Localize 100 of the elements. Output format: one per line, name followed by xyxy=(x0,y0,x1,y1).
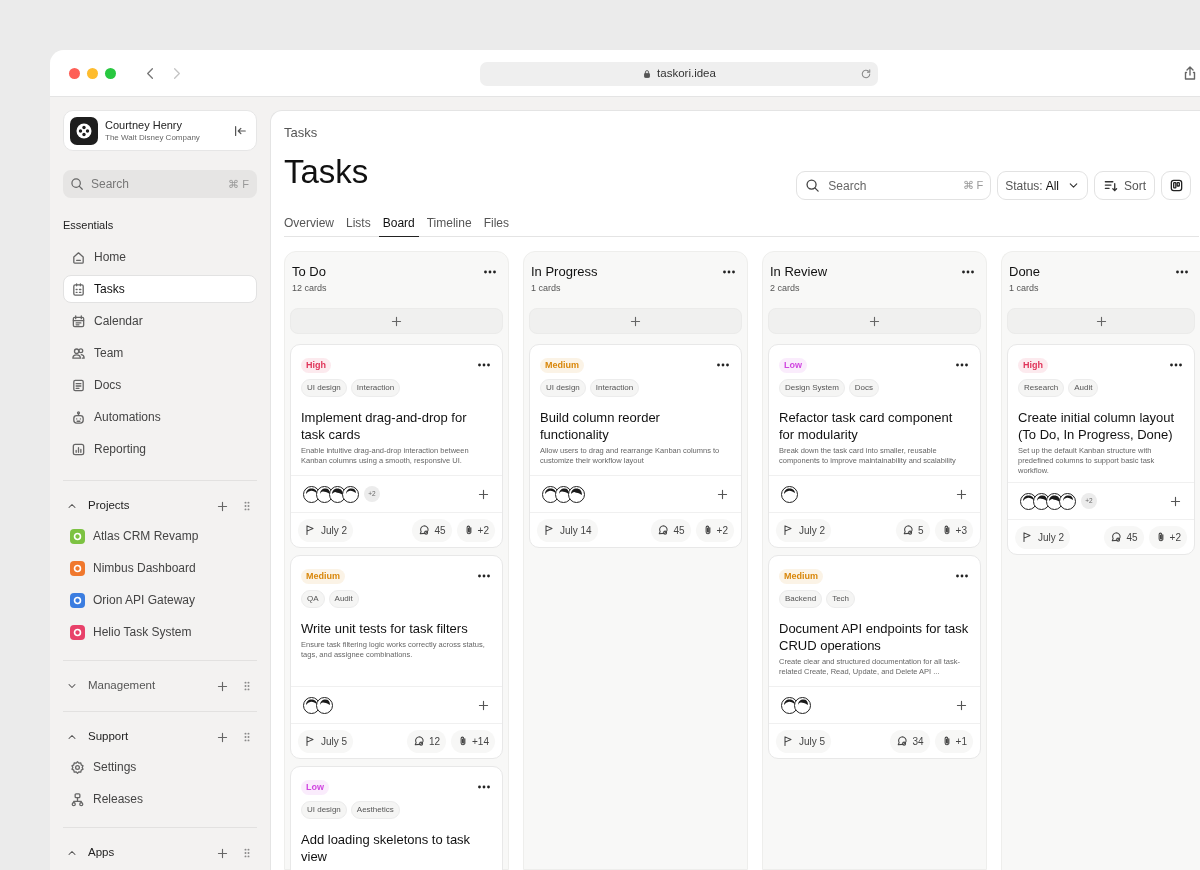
board-icon xyxy=(1168,178,1184,193)
tag: Aesthetics xyxy=(350,801,400,819)
card-title: Refactor task card component for modularity xyxy=(779,409,954,443)
flag-icon xyxy=(1021,531,1033,543)
add-assignee-icon[interactable] xyxy=(955,487,968,501)
plus-icon xyxy=(868,314,881,328)
comment-count-text: 5 xyxy=(918,523,924,538)
share-icon[interactable] xyxy=(1182,65,1198,81)
nav-item[interactable]: Atlas CRM Revamp xyxy=(63,522,257,550)
add-icon[interactable] xyxy=(216,499,229,513)
lock-icon xyxy=(642,69,653,79)
nav-label: Reporting xyxy=(94,441,147,458)
priority-badge: Low xyxy=(779,357,807,373)
comment-icon xyxy=(1110,531,1123,543)
avatar-icon xyxy=(794,696,811,714)
section-heading: Apps xyxy=(88,845,116,861)
add-assignee-icon[interactable] xyxy=(1169,494,1182,508)
add-assignee-icon[interactable] xyxy=(716,487,729,501)
comment-icon xyxy=(412,735,425,747)
card-count: 2 cards xyxy=(770,282,801,295)
nav-item[interactable]: Calendar xyxy=(63,307,257,335)
nav-label: Helio Task System xyxy=(93,624,192,641)
priority-badge: Medium xyxy=(779,568,823,584)
card-title: Document API endpoints for task CRUD operations xyxy=(779,620,970,654)
tab[interactable]: Overview xyxy=(284,209,338,237)
nav-item[interactable]: Home xyxy=(63,243,257,271)
priority-badge: Medium xyxy=(540,357,584,373)
attachment-count-text: +3 xyxy=(955,523,967,538)
attachment-count-text: +2 xyxy=(477,523,489,538)
home-icon xyxy=(71,249,86,265)
nav-item[interactable]: Docs xyxy=(63,371,257,399)
priority-badge: Medium xyxy=(301,568,345,584)
nav-label: Docs xyxy=(94,377,122,394)
sort-button[interactable]: Sort xyxy=(1094,171,1155,200)
gear-icon xyxy=(70,759,85,775)
nav-label: Team xyxy=(94,345,124,362)
attachment-count-text: +1 xyxy=(955,734,967,749)
section-heading: Essentials xyxy=(63,218,115,232)
section-heading: Projects xyxy=(88,498,131,514)
nav-item[interactable]: Settings xyxy=(63,753,257,781)
sort-icon xyxy=(1103,178,1118,193)
bar-chart-icon xyxy=(71,441,86,457)
reload-icon[interactable] xyxy=(860,68,872,80)
avatar-icon xyxy=(1059,492,1076,510)
column-title: To Do xyxy=(292,264,327,280)
nav-item[interactable]: Reporting xyxy=(63,435,257,463)
nav-item[interactable]: Team xyxy=(63,339,257,367)
drag-handle-icon[interactable] xyxy=(241,731,253,743)
plus-icon xyxy=(629,314,642,328)
tag: Interaction xyxy=(589,379,640,397)
avatar-icon xyxy=(316,696,333,714)
tab[interactable]: Board xyxy=(378,209,419,237)
drag-handle-icon[interactable] xyxy=(241,847,253,859)
nav-label: Releases xyxy=(93,791,144,808)
nav-item[interactable]: Orion API Gateway xyxy=(63,586,257,614)
add-assignee-icon[interactable] xyxy=(477,698,490,712)
collapse-sidebar-icon[interactable] xyxy=(233,123,247,138)
avatar-icon xyxy=(568,485,585,503)
priority-badge: Low xyxy=(301,779,329,795)
due-date-text: July 14 xyxy=(560,523,592,538)
nav-item[interactable]: Nimbus Dashboard xyxy=(63,554,257,582)
filter-value: All xyxy=(1045,177,1059,195)
nav-item[interactable]: Helio Task System xyxy=(63,618,257,646)
task-card[interactable]: Low UI design Aesthetics Add loading skeletons to task view xyxy=(290,766,503,870)
avatar-icon xyxy=(781,485,798,503)
card-title: Build column reorder functionality xyxy=(540,409,661,443)
nav-label: Tasks xyxy=(94,281,125,298)
nav-label: Settings xyxy=(93,759,137,776)
window-control-icon[interactable] xyxy=(69,67,80,79)
address-bar[interactable]: taskori.idea xyxy=(480,62,878,86)
tag: Interaction xyxy=(350,379,401,397)
column-title: In Review xyxy=(770,264,829,280)
tab[interactable]: Files xyxy=(479,209,513,237)
drag-handle-icon[interactable] xyxy=(241,680,253,692)
add-icon[interactable] xyxy=(216,846,229,860)
robot-icon xyxy=(71,409,86,425)
nav-item[interactable]: Releases xyxy=(63,785,257,813)
add-icon[interactable] xyxy=(216,679,229,693)
due-date-text: July 5 xyxy=(321,734,348,749)
url-text: taskori.idea xyxy=(657,66,716,82)
add-assignee-icon[interactable] xyxy=(955,698,968,712)
nav-label: Calendar xyxy=(94,313,143,330)
flag-icon xyxy=(304,735,316,747)
add-icon[interactable] xyxy=(216,730,229,744)
drag-handle-icon[interactable] xyxy=(241,500,253,512)
account-switcher[interactable]: Courtney Henry The Walt Disney Company xyxy=(63,110,257,151)
shortcut-hint: ⌘ F xyxy=(962,178,984,193)
document-icon xyxy=(71,377,86,393)
search-icon xyxy=(805,178,821,193)
tab[interactable]: Lists xyxy=(342,209,375,237)
status-filter-dropdown[interactable]: Status: All xyxy=(997,171,1088,200)
nav-label: Automations xyxy=(94,409,161,426)
tag: UI design xyxy=(301,801,347,819)
board-view-button[interactable] xyxy=(1161,171,1191,200)
nav-item[interactable]: Automations xyxy=(63,403,257,431)
tab[interactable]: Timeline xyxy=(422,209,476,237)
company-logo-icon xyxy=(70,116,98,145)
add-assignee-icon[interactable] xyxy=(477,487,490,501)
flag-icon xyxy=(304,524,316,536)
nav-item[interactable]: Tasks xyxy=(63,275,257,303)
